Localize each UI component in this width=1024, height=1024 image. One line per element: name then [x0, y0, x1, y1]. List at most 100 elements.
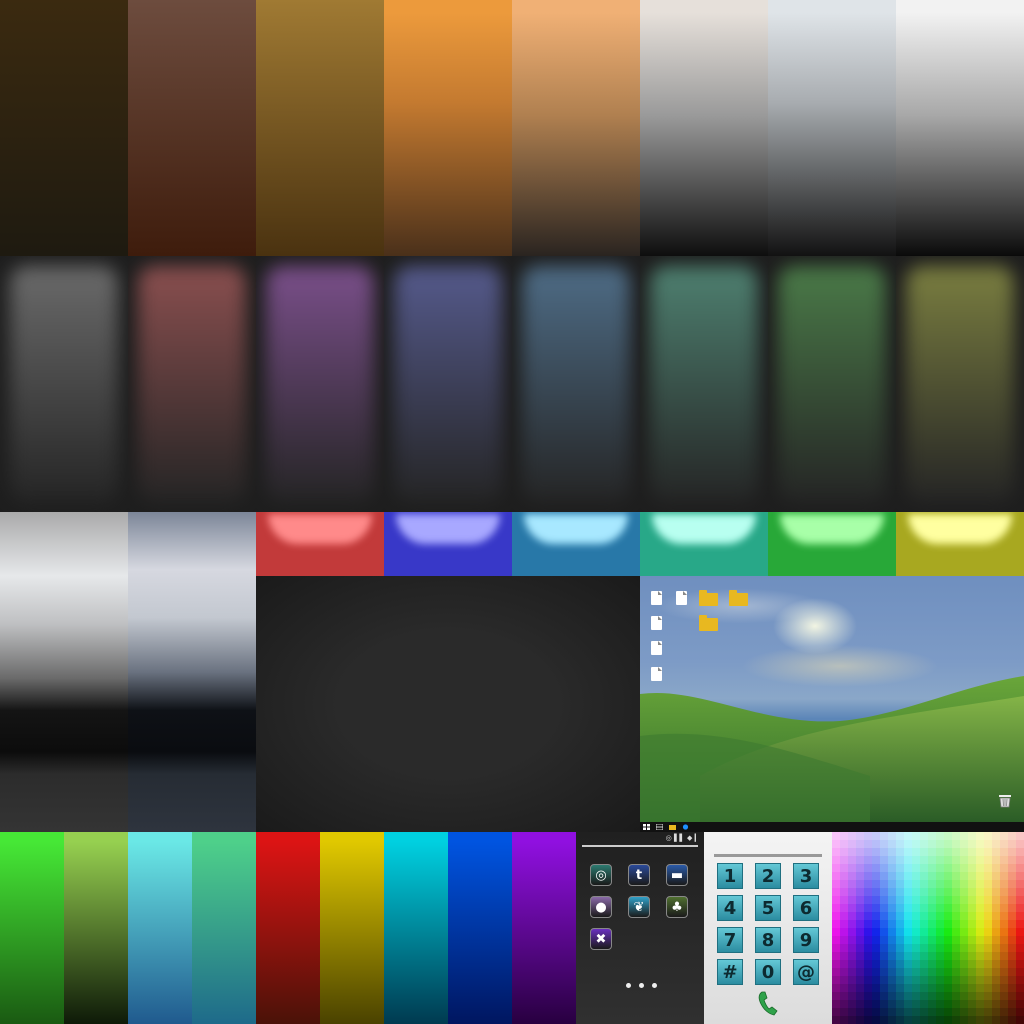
palette-cell[interactable] — [952, 840, 960, 848]
palette-cell[interactable] — [992, 952, 1000, 960]
palette-cell[interactable] — [880, 832, 888, 840]
palette-cell[interactable] — [984, 992, 992, 1000]
palette-cell[interactable] — [888, 984, 896, 992]
folder-icon[interactable] — [699, 615, 718, 631]
palette-cell[interactable] — [984, 984, 992, 992]
palette-cell[interactable] — [904, 920, 912, 928]
page-indicator-dot[interactable] — [639, 983, 644, 988]
palette-cell[interactable] — [880, 848, 888, 856]
palette-cell[interactable] — [1016, 1000, 1024, 1008]
palette-cell[interactable] — [928, 936, 936, 944]
palette-cell[interactable] — [856, 928, 864, 936]
palette-cell[interactable] — [912, 856, 920, 864]
palette-cell[interactable] — [928, 864, 936, 872]
palette-cell[interactable] — [904, 976, 912, 984]
palette-cell[interactable] — [864, 984, 872, 992]
palette-cell[interactable] — [952, 984, 960, 992]
palette-cell[interactable] — [920, 1000, 928, 1008]
palette-cell[interactable] — [840, 920, 848, 928]
palette-cell[interactable] — [896, 832, 904, 840]
palette-cell[interactable] — [872, 976, 880, 984]
palette-cell[interactable] — [904, 984, 912, 992]
palette-cell[interactable] — [856, 848, 864, 856]
palette-cell[interactable] — [888, 912, 896, 920]
palette-cell[interactable] — [872, 992, 880, 1000]
palette-cell[interactable] — [896, 856, 904, 864]
palette-cell[interactable] — [848, 976, 856, 984]
palette-cell[interactable] — [992, 872, 1000, 880]
palette-cell[interactable] — [920, 976, 928, 984]
palette-cell[interactable] — [992, 944, 1000, 952]
palette-cell[interactable] — [928, 984, 936, 992]
palette-cell[interactable] — [1000, 840, 1008, 848]
palette-cell[interactable] — [888, 992, 896, 1000]
palette-cell[interactable] — [880, 1000, 888, 1008]
palette-cell[interactable] — [936, 1000, 944, 1008]
glow-button[interactable] — [512, 512, 640, 576]
palette-cell[interactable] — [872, 856, 880, 864]
palette-cell[interactable] — [864, 912, 872, 920]
palette-cell[interactable] — [944, 904, 952, 912]
palette-cell[interactable] — [968, 880, 976, 888]
palette-cell[interactable] — [960, 1000, 968, 1008]
palette-cell[interactable] — [864, 840, 872, 848]
palette-cell[interactable] — [880, 904, 888, 912]
palette-cell[interactable] — [928, 992, 936, 1000]
palette-cell[interactable] — [920, 896, 928, 904]
palette-cell[interactable] — [848, 848, 856, 856]
palette-cell[interactable] — [968, 1000, 976, 1008]
palette-cell[interactable] — [960, 936, 968, 944]
palette-cell[interactable] — [864, 888, 872, 896]
palette-cell[interactable] — [984, 904, 992, 912]
palette-cell[interactable] — [832, 1000, 840, 1008]
palette-cell[interactable] — [1000, 1000, 1008, 1008]
palette-cell[interactable] — [944, 888, 952, 896]
palette-cell[interactable] — [880, 968, 888, 976]
dial-key[interactable]: 8 — [755, 927, 781, 953]
palette-cell[interactable] — [960, 848, 968, 856]
palette-cell[interactable] — [912, 936, 920, 944]
palette-cell[interactable] — [912, 920, 920, 928]
tumblr-icon[interactable]: t — [628, 864, 650, 886]
palette-cell[interactable] — [920, 1016, 928, 1024]
palette-cell[interactable] — [960, 856, 968, 864]
palette-cell[interactable] — [944, 1008, 952, 1016]
palette-cell[interactable] — [1000, 960, 1008, 968]
palette-cell[interactable] — [968, 832, 976, 840]
palette-cell[interactable] — [880, 1008, 888, 1016]
palette-cell[interactable] — [952, 872, 960, 880]
palette-cell[interactable] — [944, 952, 952, 960]
palette-cell[interactable] — [976, 976, 984, 984]
glow-button[interactable] — [768, 512, 896, 576]
palette-cell[interactable] — [1000, 968, 1008, 976]
palette-cell[interactable] — [832, 952, 840, 960]
palette-cell[interactable] — [848, 952, 856, 960]
palette-cell[interactable] — [1000, 848, 1008, 856]
palette-cell[interactable] — [1016, 1016, 1024, 1024]
palette-cell[interactable] — [864, 832, 872, 840]
palette-cell[interactable] — [888, 1016, 896, 1024]
palette-cell[interactable] — [952, 888, 960, 896]
palette-cell[interactable] — [960, 888, 968, 896]
palette-cell[interactable] — [856, 840, 864, 848]
palette-cell[interactable] — [992, 864, 1000, 872]
palette-cell[interactable] — [952, 912, 960, 920]
palette-cell[interactable] — [904, 912, 912, 920]
palette-cell[interactable] — [888, 1008, 896, 1016]
palette-cell[interactable] — [952, 952, 960, 960]
palette-cell[interactable] — [888, 840, 896, 848]
palette-cell[interactable] — [944, 920, 952, 928]
palette-cell[interactable] — [936, 912, 944, 920]
palette-cell[interactable] — [832, 872, 840, 880]
palette-cell[interactable] — [856, 856, 864, 864]
palette-cell[interactable] — [952, 1016, 960, 1024]
palette-cell[interactable] — [920, 960, 928, 968]
palette-cell[interactable] — [960, 912, 968, 920]
palette-cell[interactable] — [880, 872, 888, 880]
palette-cell[interactable] — [968, 848, 976, 856]
palette-cell[interactable] — [928, 888, 936, 896]
palette-cell[interactable] — [880, 888, 888, 896]
palette-cell[interactable] — [856, 888, 864, 896]
palette-cell[interactable] — [952, 976, 960, 984]
palette-cell[interactable] — [1008, 952, 1016, 960]
